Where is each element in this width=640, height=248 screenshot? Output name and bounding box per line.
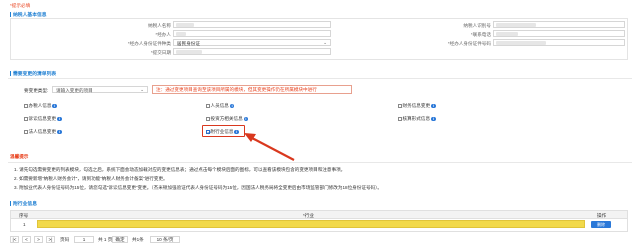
change-list-title: 需要变更的清单列表 xyxy=(10,70,56,77)
option-label: 核算形式信息 xyxy=(402,116,431,121)
col-action-header: 操作 xyxy=(597,212,607,218)
option-investor[interactable]: 投资方相关信息 i xyxy=(206,116,249,122)
confirm-button[interactable]: 确定 xyxy=(112,236,128,243)
masked-value xyxy=(496,32,518,36)
agent-label: *经办人 xyxy=(155,32,171,37)
checkbox[interactable] xyxy=(24,130,28,134)
checkbox[interactable] xyxy=(398,117,402,121)
row-index: 1 xyxy=(23,221,26,227)
id-number-input[interactable] xyxy=(493,39,625,46)
change-notice: 注：通过变更项目查询至该项目所属的模块，但其变更操作仍在所属模块中进行 xyxy=(152,85,352,94)
submit-date-field xyxy=(173,48,331,55)
table-row: 1 删除 xyxy=(11,219,627,229)
info-icon[interactable]: i xyxy=(229,103,235,109)
info-icon[interactable]: i xyxy=(431,116,436,122)
masked-value xyxy=(176,50,202,54)
change-type-placeholder: 请输入变更的项目 xyxy=(56,87,93,93)
phone-label: *联系电话 xyxy=(470,32,491,37)
industry-table: 序号 *行业 操作 1 删除 xyxy=(10,210,628,232)
option-personnel[interactable]: 人员信息 i xyxy=(206,103,235,109)
taxpayer-id-label: 纳税人识别号 xyxy=(463,23,491,28)
info-icon[interactable]: i xyxy=(243,116,249,122)
option-finance[interactable]: 财务信息变更 i xyxy=(398,103,436,109)
notice-text: 注：通过变更项目查询至该项目所属的模块，但其变更操作仍在所属模块中进行 xyxy=(156,87,317,92)
option-label: 诉讼信息变更 xyxy=(28,116,57,121)
info-icon[interactable]: i xyxy=(57,129,62,135)
col-industry-header: *行业 xyxy=(303,212,314,218)
option-legal-rep[interactable]: 法人信息变更 i xyxy=(24,129,62,135)
option-accounting[interactable]: 核算形式信息 i xyxy=(398,116,436,122)
delete-button[interactable]: 删除 xyxy=(591,220,611,228)
tip-item-1: 1. 请先勾选需要变更的列表模块，勾选之后，系统下面会动态加载对应的变更信息表；… xyxy=(14,167,346,172)
section-divider xyxy=(8,78,632,79)
checkbox[interactable] xyxy=(206,104,210,108)
id-type-label: *经办人身份证件种类 xyxy=(127,41,171,46)
page-number-input[interactable]: 1 xyxy=(74,236,94,243)
required-tip: *提示必填 xyxy=(10,3,31,8)
checkbox[interactable] xyxy=(24,104,28,108)
total-records: 共1条 xyxy=(132,237,144,242)
info-icon[interactable]: i xyxy=(52,103,57,109)
info-icon[interactable]: i xyxy=(431,103,436,109)
page-size-select[interactable]: 10 条/页 xyxy=(150,236,180,243)
checkbox[interactable] xyxy=(206,117,210,121)
submit-date-label: *提交日期 xyxy=(150,50,171,55)
option-label: 办税人信息 xyxy=(28,103,52,108)
page-label: 页码 xyxy=(60,237,70,242)
prev-page-button[interactable]: < xyxy=(22,236,31,243)
table-header: 序号 *行业 操作 xyxy=(11,211,627,219)
id-number-label: *经办人身份证件号码 xyxy=(447,41,491,46)
chevron-down-icon: ⌄ xyxy=(140,87,144,92)
checkbox[interactable] xyxy=(398,104,402,108)
basic-info-title: 纳税人基本信息 xyxy=(10,11,47,18)
tip-item-2: 2. 如需要新增“纳税人财务会计”，请到功能“纳税人财务会计备案”进行变更。 xyxy=(14,176,168,181)
industry-select[interactable] xyxy=(37,220,585,228)
first-page-button[interactable]: |< xyxy=(10,236,19,243)
option-taxpayer-agent[interactable]: 办税人信息 i xyxy=(24,103,57,109)
change-type-select[interactable]: 请输入变更的项目 ⌄ xyxy=(52,86,148,93)
agent-input[interactable] xyxy=(173,30,331,37)
option-litigation[interactable]: 诉讼信息变更 i xyxy=(24,116,62,122)
option-label: 法人信息变更 xyxy=(28,129,57,134)
option-label: 财务信息变更 xyxy=(402,103,431,108)
col-index-header: 序号 xyxy=(19,212,29,218)
option-label: 人员信息 xyxy=(210,103,229,108)
tips-title: 温馨提示 xyxy=(10,154,29,159)
taxpayer-name-label: 纳税人名称 xyxy=(148,23,171,28)
info-icon[interactable]: i xyxy=(57,116,62,122)
taxpayer-id-field xyxy=(493,21,625,28)
next-page-button[interactable]: > xyxy=(34,236,43,243)
masked-value xyxy=(176,23,194,27)
masked-value xyxy=(176,32,186,36)
industry-title: 附行业信息 xyxy=(10,200,37,207)
masked-value xyxy=(496,23,536,27)
page-size-value: 10 条/页 xyxy=(156,237,174,242)
total-pages: 共 1 页 xyxy=(98,237,113,242)
taxpayer-name-field xyxy=(173,21,331,28)
id-type-value: 居民身份证 xyxy=(177,40,200,46)
tip-item-3: 3. 附加业代表人身份证号码为15位，请您勾选“诉讼信息变更”变更。（杰米顿加强… xyxy=(14,185,383,190)
last-page-button[interactable]: >| xyxy=(46,236,55,243)
id-type-select[interactable]: 居民身份证 ⌄ xyxy=(173,39,331,46)
checkbox[interactable] xyxy=(24,117,28,121)
phone-input[interactable] xyxy=(493,30,625,37)
change-type-label: 要变更类型: xyxy=(24,88,49,93)
delete-label: 删除 xyxy=(597,221,605,227)
annotation-arrow-icon xyxy=(244,133,295,161)
chevron-down-icon: ⌄ xyxy=(323,40,327,45)
basic-info-panel: 纳税人名称 纳税人识别号 *经办人 *联系电话 *经办人身份证件种类 居民身份证… xyxy=(10,18,628,60)
masked-value xyxy=(496,41,546,45)
section-divider xyxy=(8,162,632,163)
option-label: 投资方相关信息 xyxy=(210,116,243,121)
